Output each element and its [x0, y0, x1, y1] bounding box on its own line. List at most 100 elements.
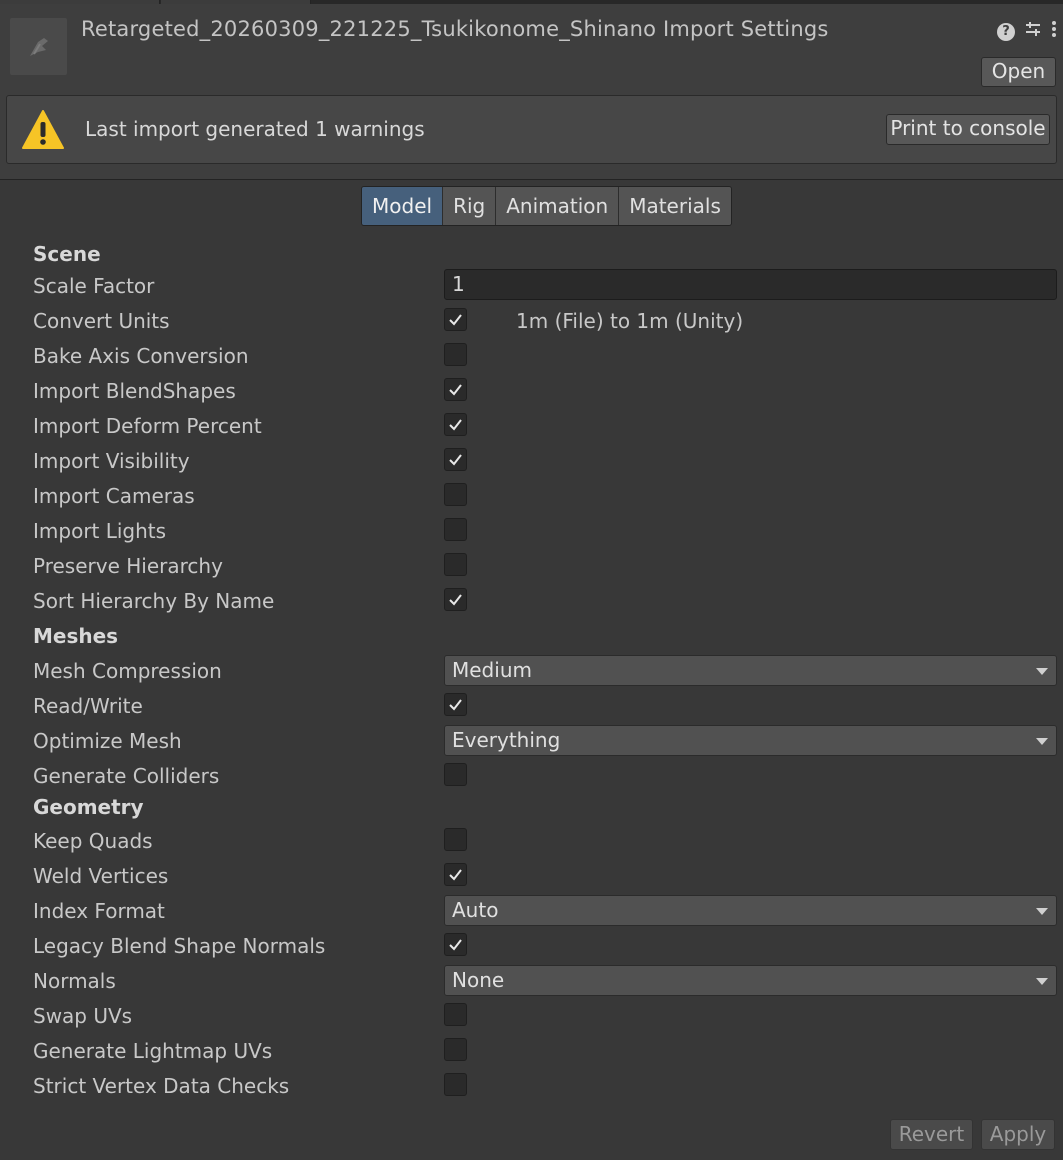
- field-label: Convert Units: [33, 309, 170, 333]
- field-label: Generate Colliders: [33, 764, 220, 788]
- field-label: Swap UVs: [33, 1004, 133, 1028]
- setting-row: Import Cameras: [0, 482, 1063, 517]
- field-label: Optimize Mesh: [33, 729, 182, 753]
- setting-row: Index Format Auto: [0, 895, 1063, 932]
- generate-colliders-checkbox[interactable]: [444, 763, 467, 786]
- dropdown-value: Auto: [452, 898, 499, 922]
- legacy-blend-shape-normals-checkbox[interactable]: [444, 933, 467, 956]
- chevron-down-icon: [1036, 978, 1048, 985]
- field-label: Import Lights: [33, 519, 167, 543]
- warning-icon: [22, 110, 64, 149]
- setting-row: Weld Vertices: [0, 862, 1063, 897]
- setting-row: Generate Colliders: [0, 762, 1063, 797]
- keep-quads-checkbox[interactable]: [444, 828, 467, 851]
- page-title: Retargeted_20260309_221225_Tsukikonome_S…: [81, 17, 829, 41]
- strict-vertex-data-checks-checkbox[interactable]: [444, 1073, 467, 1096]
- field-label: Strict Vertex Data Checks: [33, 1074, 290, 1098]
- field-label: Bake Axis Conversion: [33, 344, 249, 368]
- setting-row: Import Visibility: [0, 447, 1063, 482]
- setting-row: Import Lights: [0, 517, 1063, 552]
- field-label: Normals: [33, 969, 116, 993]
- import-visibility-checkbox[interactable]: [444, 448, 467, 471]
- field-label: Import Visibility: [33, 449, 190, 473]
- convert-units-checkbox[interactable]: [444, 308, 467, 331]
- more-menu-icon[interactable]: [1051, 20, 1057, 43]
- setting-row: Scale Factor 1: [0, 269, 1063, 307]
- warning-banner: Last import generated 1 warnings Print t…: [6, 95, 1057, 164]
- print-to-console-button[interactable]: Print to console: [886, 114, 1050, 145]
- tab-animation[interactable]: Animation: [496, 187, 620, 225]
- scale-factor-input[interactable]: 1: [444, 269, 1057, 300]
- setting-row: Import BlendShapes: [0, 377, 1063, 412]
- apply-button[interactable]: Apply: [981, 1119, 1055, 1150]
- help-icon[interactable]: ?: [997, 22, 1015, 41]
- setting-row: Convert Units 1m (File) to 1m (Unity): [0, 307, 1063, 342]
- swap-uvs-checkbox[interactable]: [444, 1003, 467, 1026]
- setting-row: Bake Axis Conversion: [0, 342, 1063, 377]
- field-label: Keep Quads: [33, 829, 153, 853]
- setting-row: Keep Quads: [0, 827, 1063, 862]
- index-format-dropdown[interactable]: Auto: [444, 895, 1057, 926]
- generate-lightmap-uvs-checkbox[interactable]: [444, 1038, 467, 1061]
- setting-row: Import Deform Percent: [0, 412, 1063, 447]
- setting-row: Legacy Blend Shape Normals: [0, 932, 1063, 967]
- checkmark-icon: [449, 594, 462, 606]
- field-label: Mesh Compression: [33, 659, 222, 683]
- setting-row: Read/Write: [0, 692, 1063, 727]
- chevron-down-icon: [1036, 738, 1048, 745]
- import-blendshapes-checkbox[interactable]: [444, 378, 467, 401]
- field-label: Read/Write: [33, 694, 143, 718]
- field-label: Import Deform Percent: [33, 414, 262, 438]
- setting-row: Swap UVs: [0, 1002, 1063, 1037]
- import-lights-checkbox[interactable]: [444, 518, 467, 541]
- inspector-header: Retargeted_20260309_221225_Tsukikonome_S…: [0, 4, 1063, 180]
- setting-row: Mesh Compression Medium: [0, 655, 1063, 692]
- checkmark-icon: [449, 384, 462, 396]
- field-label: Import Cameras: [33, 484, 195, 508]
- warning-text: Last import generated 1 warnings: [85, 117, 425, 141]
- preset-icon[interactable]: [1024, 20, 1042, 43]
- setting-row: Strict Vertex Data Checks: [0, 1072, 1063, 1107]
- field-label: Index Format: [33, 899, 165, 923]
- setting-row: Preserve Hierarchy: [0, 552, 1063, 587]
- checkmark-icon: [449, 939, 462, 951]
- setting-row: Normals None: [0, 965, 1063, 1002]
- section-title: Geometry: [33, 795, 144, 819]
- field-label: Legacy Blend Shape Normals: [33, 934, 326, 958]
- tab-materials[interactable]: Materials: [619, 187, 731, 225]
- import-tabs: Model Rig Animation Materials: [361, 186, 732, 226]
- import-cameras-checkbox[interactable]: [444, 483, 467, 506]
- units-note: 1m (File) to 1m (Unity): [516, 309, 744, 333]
- tab-rig[interactable]: Rig: [443, 187, 497, 225]
- checkmark-icon: [449, 869, 462, 881]
- checkmark-icon: [449, 699, 462, 711]
- field-label: Weld Vertices: [33, 864, 169, 888]
- read-write-checkbox[interactable]: [444, 693, 467, 716]
- import-deform-percent-checkbox[interactable]: [444, 413, 467, 436]
- tab-model[interactable]: Model: [362, 187, 444, 225]
- section-geometry: Geometry: [0, 794, 1063, 829]
- chevron-down-icon: [1036, 668, 1048, 675]
- section-meshes: Meshes: [0, 622, 1063, 657]
- model-icon: [30, 38, 48, 56]
- setting-row: Optimize Mesh Everything: [0, 725, 1063, 762]
- setting-row: Sort Hierarchy By Name: [0, 587, 1063, 622]
- open-button[interactable]: Open: [981, 57, 1056, 87]
- chevron-down-icon: [1036, 908, 1048, 915]
- field-label: Import BlendShapes: [33, 379, 236, 403]
- checkmark-icon: [449, 454, 462, 466]
- header-icons: ?: [997, 20, 1057, 43]
- asset-thumbnail: [10, 18, 67, 75]
- normals-dropdown[interactable]: None: [444, 965, 1057, 996]
- field-label: Generate Lightmap UVs: [33, 1039, 273, 1063]
- section-scene: Scene: [0, 237, 1063, 272]
- dropdown-value: Everything: [452, 728, 561, 752]
- sort-hierarchy-checkbox[interactable]: [444, 588, 467, 611]
- revert-button[interactable]: Revert: [890, 1119, 973, 1150]
- weld-vertices-checkbox[interactable]: [444, 863, 467, 886]
- optimize-mesh-dropdown[interactable]: Everything: [444, 725, 1057, 756]
- mesh-compression-dropdown[interactable]: Medium: [444, 655, 1057, 686]
- bake-axis-checkbox[interactable]: [444, 343, 467, 366]
- dropdown-value: Medium: [452, 658, 532, 682]
- preserve-hierarchy-checkbox[interactable]: [444, 553, 467, 576]
